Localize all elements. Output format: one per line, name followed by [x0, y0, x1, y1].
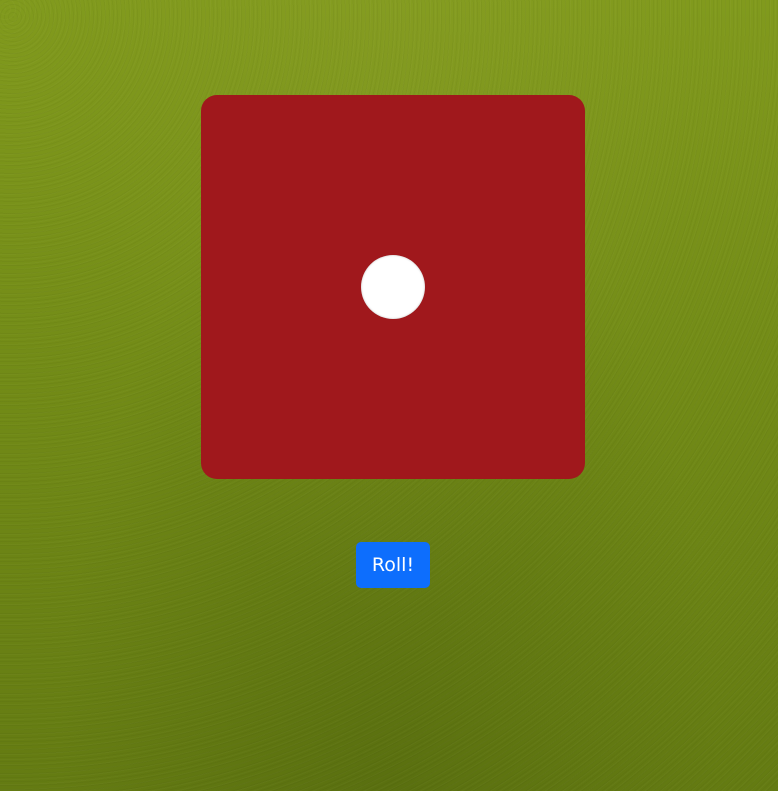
- die-pip: [361, 255, 425, 319]
- roll-button[interactable]: Roll!: [356, 542, 430, 588]
- die: [201, 95, 585, 479]
